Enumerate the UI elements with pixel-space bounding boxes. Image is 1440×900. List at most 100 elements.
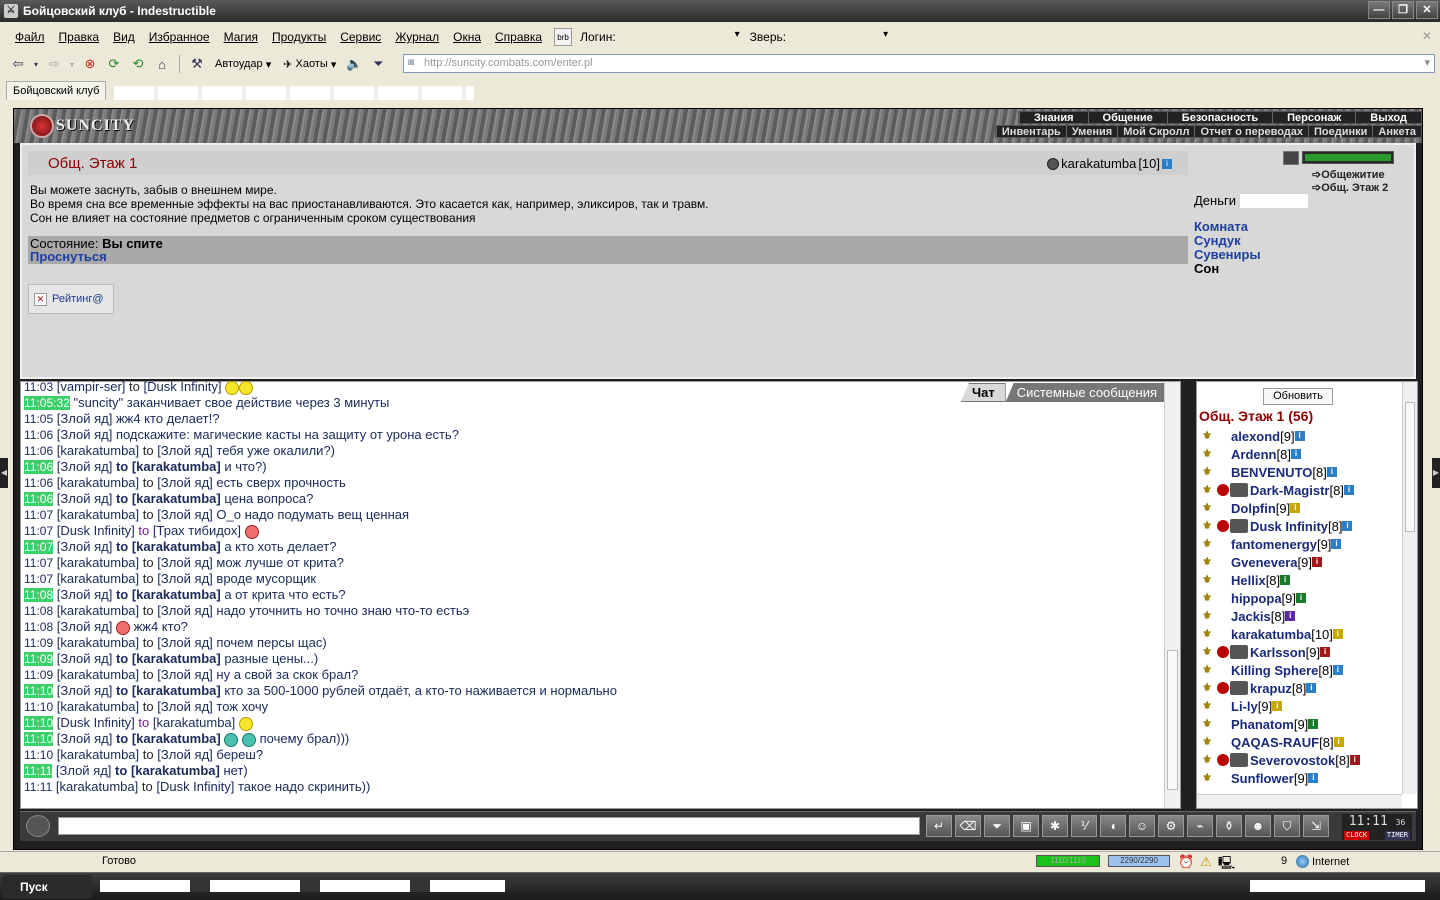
chat-time[interactable]: 11:10 <box>24 732 54 746</box>
online-hscrollbar[interactable] <box>1197 794 1402 808</box>
chat-sender[interactable]: [karakatumba] <box>57 475 139 490</box>
chat-recipient[interactable]: [karakatumba] <box>132 587 221 602</box>
info-icon[interactable]: i <box>1296 593 1307 603</box>
chat-recipient[interactable]: [Dusk Infinity] <box>143 379 221 394</box>
home-icon[interactable]: ⌂ <box>152 54 172 74</box>
wake-up-link[interactable]: Проснуться <box>30 250 1186 263</box>
chat-time[interactable]: 11:07 <box>24 524 53 538</box>
private-message-icon[interactable]: ⚜ <box>1199 609 1215 623</box>
online-user-name[interactable]: Dark-Magistr <box>1250 483 1329 498</box>
start-button[interactable]: Пуск <box>2 875 92 899</box>
rating-widget[interactable]: ✕ Рейтинг@ <box>28 284 114 314</box>
online-user[interactable]: ⚜ Karlsson [9] i <box>1199 643 1399 661</box>
tools-icon[interactable]: ⚒ <box>187 54 207 74</box>
private-message-icon[interactable]: ⚜ <box>1199 555 1215 569</box>
private-message-icon[interactable]: ⚜ <box>1199 537 1215 551</box>
autohit-button[interactable]: Автоудар ▾ <box>211 54 275 74</box>
chat-time[interactable]: 11:09 <box>24 668 53 682</box>
chat-sender[interactable]: [karakatumba] <box>57 571 139 586</box>
online-user-name[interactable]: Phanatom <box>1231 717 1294 732</box>
filter-tool-icon[interactable]: ⏷ <box>984 815 1010 837</box>
beast-select[interactable] <box>790 29 888 45</box>
chat-sender[interactable]: [karakatumba] <box>57 699 139 714</box>
info-icon[interactable]: i <box>1162 158 1172 169</box>
online-user-name[interactable]: hippopa <box>1231 591 1282 606</box>
private-message-icon[interactable]: ⚜ <box>1199 645 1215 659</box>
online-user-name[interactable]: Jackis <box>1231 609 1271 624</box>
send-icon[interactable]: ↵ <box>926 815 952 837</box>
chat-sender[interactable]: [Злой яд] <box>57 731 113 746</box>
online-user[interactable]: ⚜ Phanatom [9] i <box>1199 715 1399 733</box>
menu-products[interactable]: Продукты <box>272 30 326 44</box>
back-dropdown-icon[interactable]: ▾ <box>32 54 40 74</box>
online-user[interactable]: ⚜ Ardenn [8] i <box>1199 445 1399 463</box>
online-user[interactable]: ⚜ karakatumba [10] i <box>1199 625 1399 643</box>
chat-recipient[interactable]: [karakatumba] <box>131 763 220 778</box>
online-user[interactable]: ⚜ krapuz [8] i <box>1199 679 1399 697</box>
private-message-icon[interactable]: ⚜ <box>1199 501 1215 515</box>
align-icon[interactable] <box>1230 753 1248 767</box>
info-icon[interactable]: i <box>1272 701 1283 711</box>
info-icon[interactable]: i <box>1290 449 1301 459</box>
nav-character[interactable]: Персонаж <box>1272 112 1355 124</box>
menu-windows[interactable]: Окна <box>453 30 481 44</box>
chat-time[interactable]: 11:07 <box>24 508 53 522</box>
online-user[interactable]: ⚜ Severovostok [8] i <box>1199 751 1399 769</box>
scroll-icon[interactable]: ⌁ <box>1187 815 1213 837</box>
lock-icon[interactable]: ⛉ <box>1274 815 1300 837</box>
info-icon[interactable]: i <box>1320 647 1331 657</box>
filter-icon[interactable]: ⏷ <box>368 54 388 74</box>
private-message-icon[interactable]: ⚜ <box>1199 519 1215 533</box>
nav-security[interactable]: Безопасность <box>1166 112 1272 124</box>
link-chest[interactable]: Сундук <box>1194 234 1261 248</box>
right-panel-arrow-icon[interactable]: ▶ <box>1432 458 1440 488</box>
chat-recipient[interactable]: [Злой яд] <box>157 667 213 682</box>
chat-time[interactable]: 11:08 <box>24 604 53 618</box>
menu-view[interactable]: Вид <box>113 30 135 44</box>
info-icon[interactable]: i <box>1326 467 1337 477</box>
private-message-icon[interactable]: ⚜ <box>1199 429 1215 443</box>
info-icon[interactable]: i <box>1308 773 1319 783</box>
private-message-icon[interactable]: ⚜ <box>1199 753 1215 767</box>
private-message-icon[interactable]: ⚜ <box>1199 483 1215 497</box>
chat-sender[interactable]: [Злой яд] <box>57 411 113 426</box>
chat-recipient[interactable]: [Трах тибидох] <box>153 523 241 538</box>
align-icon[interactable] <box>1230 645 1248 659</box>
private-message-icon[interactable]: ⚜ <box>1199 573 1215 587</box>
chat-sender[interactable]: [karakatumba] <box>57 603 139 618</box>
login-combo[interactable]: Логин: <box>580 29 740 45</box>
chat-time[interactable]: 11:09 <box>24 636 53 650</box>
forward-dropdown-icon[interactable]: ▾ <box>68 54 76 74</box>
refresh-all-icon[interactable]: ⟲ <box>128 54 148 74</box>
chat-sender[interactable]: [karakatumba] <box>57 555 139 570</box>
online-user-name[interactable]: Killing Sphere <box>1231 663 1318 678</box>
current-user[interactable]: karakatumba [10] i <box>1047 156 1172 171</box>
chat-time[interactable]: 11:10 <box>24 684 54 698</box>
chat-time[interactable]: 11:06 <box>24 460 54 474</box>
nav-knowledge[interactable]: Знания <box>1019 112 1087 124</box>
online-scrollbar[interactable] <box>1402 382 1417 794</box>
online-scroll-thumb[interactable] <box>1405 402 1415 532</box>
online-user-name[interactable]: fantomenergy <box>1231 537 1317 552</box>
chat-recipient[interactable]: [karakatumba] <box>153 715 235 730</box>
chat-sender[interactable]: [Dusk Infinity] <box>57 715 135 730</box>
menu-journal[interactable]: Журнал <box>395 30 439 44</box>
chat-time[interactable]: 11:11 <box>24 764 53 778</box>
chat-sender[interactable]: [vampir-ser] <box>57 379 126 394</box>
chat-time[interactable]: 11:06 <box>24 492 54 506</box>
info-icon[interactable]: i <box>1332 665 1343 675</box>
info-icon[interactable]: i <box>1306 683 1317 693</box>
chat-time[interactable]: 11:09 <box>24 652 54 666</box>
minimize-button[interactable]: — <box>1368 1 1390 19</box>
translit-icon[interactable]: ⚙ <box>1158 815 1184 837</box>
chat-sender[interactable]: [Злой яд] <box>57 491 113 506</box>
chat-scroll-thumb[interactable] <box>1167 650 1178 790</box>
nav-skills[interactable]: Умения <box>1065 126 1117 138</box>
info-icon[interactable]: i <box>1333 737 1344 747</box>
maximize-button[interactable]: ❐ <box>1392 1 1414 19</box>
action-icon[interactable]: ✱ <box>1042 815 1068 837</box>
online-user-name[interactable]: Severovostok <box>1250 753 1335 768</box>
brb-icon[interactable]: brb <box>554 28 573 46</box>
tab-system-messages[interactable]: Системные сообщения <box>1005 383 1168 402</box>
chat-sender[interactable]: [Злой яд] <box>56 763 112 778</box>
